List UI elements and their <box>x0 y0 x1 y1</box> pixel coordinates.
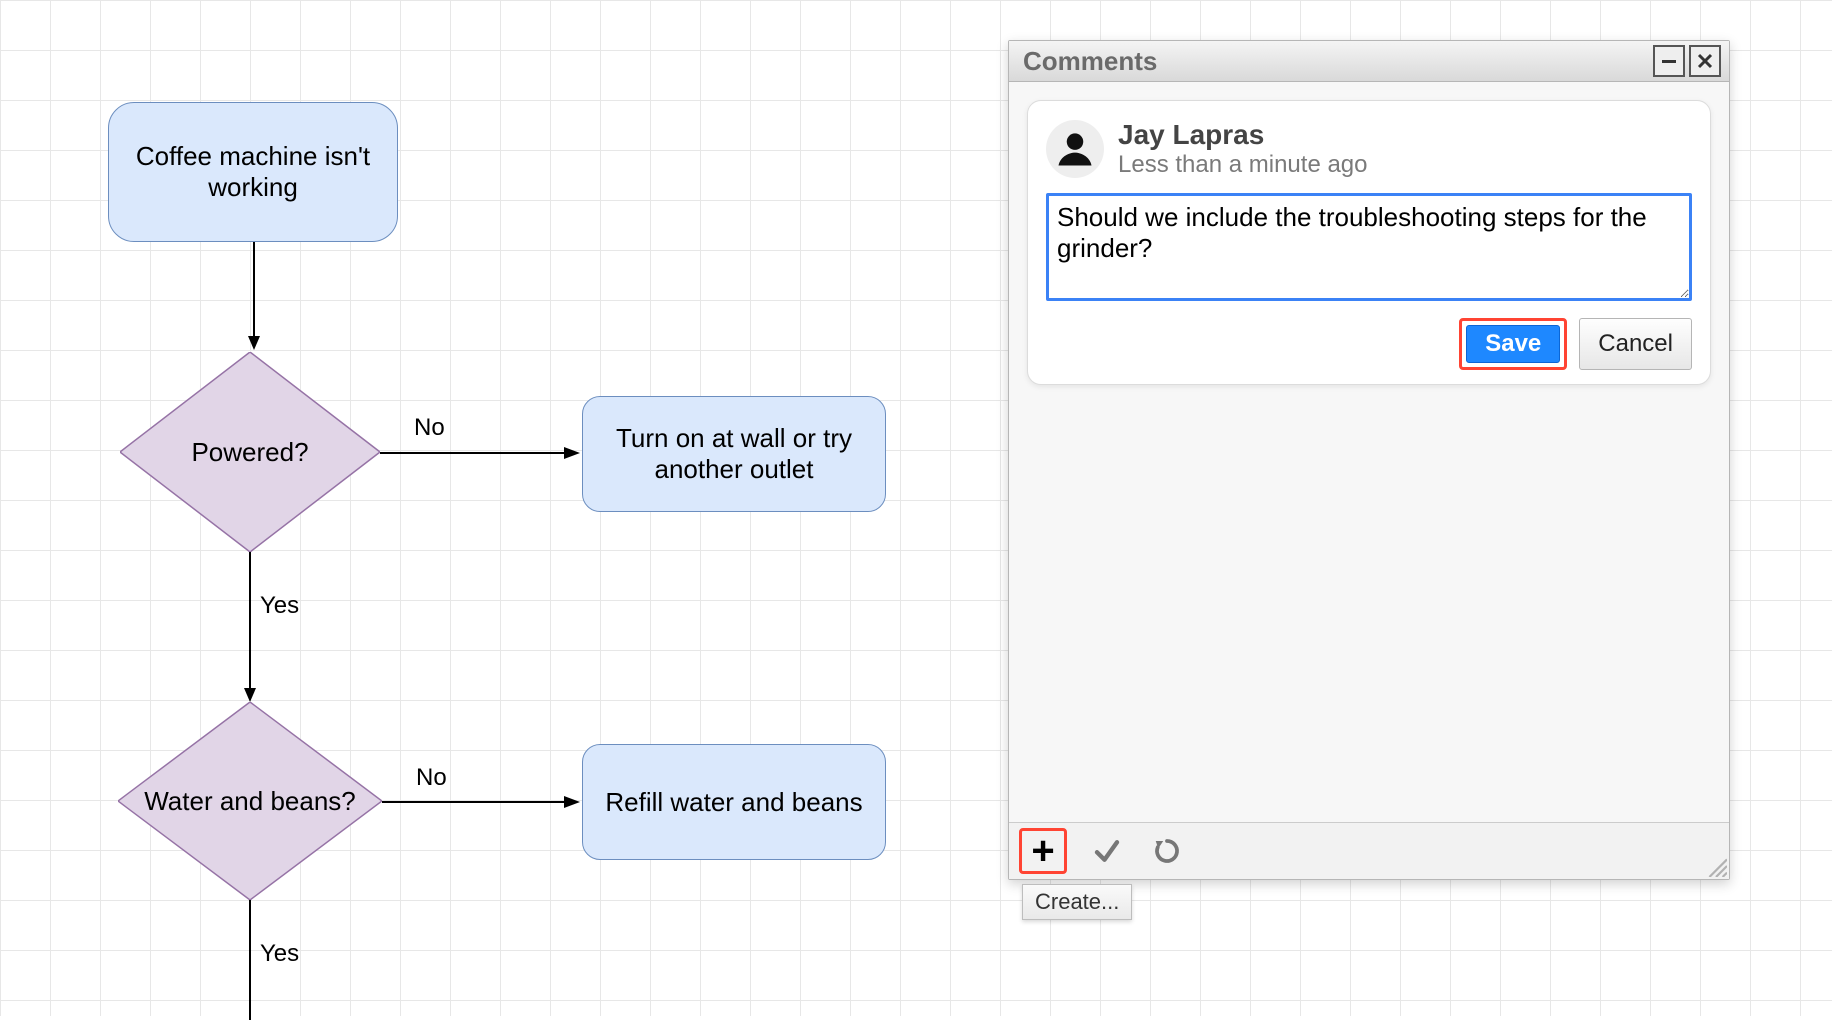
edge-label-powered-yes: Yes <box>260 592 299 620</box>
minimize-button[interactable] <box>1653 45 1685 77</box>
edge-start-to-powered <box>248 242 260 352</box>
save-button[interactable]: Save <box>1466 325 1560 363</box>
person-icon <box>1053 127 1097 171</box>
add-comment-button[interactable]: + <box>1023 831 1063 871</box>
comment-timestamp: Less than a minute ago <box>1118 151 1368 179</box>
highlight-add: + <box>1019 828 1067 874</box>
comments-panel-title: Comments <box>1023 46 1157 77</box>
comments-panel-header[interactable]: Comments <box>1009 41 1729 82</box>
node-outlet[interactable]: Turn on at wall or try another outlet <box>582 396 886 512</box>
edge-label-waterbeans-no: No <box>416 764 447 792</box>
comment-author: Jay Lapras <box>1118 119 1368 151</box>
comment-card: Jay Lapras Less than a minute ago Save C… <box>1027 100 1711 385</box>
resolve-button[interactable] <box>1087 831 1127 871</box>
create-tooltip: Create... <box>1022 884 1132 920</box>
comments-body: Jay Lapras Less than a minute ago Save C… <box>1009 82 1729 822</box>
close-button[interactable] <box>1689 45 1721 77</box>
node-refill-label: Refill water and beans <box>605 787 862 818</box>
node-waterbeans-label: Water and beans? <box>144 786 356 817</box>
edge-waterbeans-no <box>382 795 580 809</box>
avatar <box>1046 120 1104 178</box>
minimize-icon <box>1660 52 1678 70</box>
node-powered[interactable]: Powered? <box>120 352 380 552</box>
node-powered-label: Powered? <box>191 437 308 468</box>
check-icon <box>1092 836 1122 866</box>
node-waterbeans[interactable]: Water and beans? <box>118 702 382 900</box>
plus-icon: + <box>1031 831 1054 871</box>
edge-powered-no <box>380 446 580 460</box>
refresh-button[interactable] <box>1147 831 1187 871</box>
edge-label-waterbeans-yes: Yes <box>260 940 299 968</box>
cancel-button[interactable]: Cancel <box>1579 318 1692 370</box>
comments-footer: + <box>1009 822 1729 879</box>
edge-waterbeans-yes <box>244 900 256 1020</box>
node-outlet-label: Turn on at wall or try another outlet <box>583 423 885 485</box>
comment-textarea[interactable] <box>1046 193 1692 301</box>
node-start[interactable]: Coffee machine isn't working <box>108 102 398 242</box>
refresh-icon <box>1152 836 1182 866</box>
edge-powered-yes <box>244 552 256 704</box>
resize-grip-icon[interactable] <box>1705 855 1727 877</box>
highlight-save: Save <box>1459 318 1567 370</box>
node-refill[interactable]: Refill water and beans <box>582 744 886 860</box>
node-start-label: Coffee machine isn't working <box>109 141 397 203</box>
close-icon <box>1696 52 1714 70</box>
edge-label-powered-no: No <box>414 414 445 442</box>
comments-panel[interactable]: Comments Jay Lapras Le <box>1008 40 1730 880</box>
